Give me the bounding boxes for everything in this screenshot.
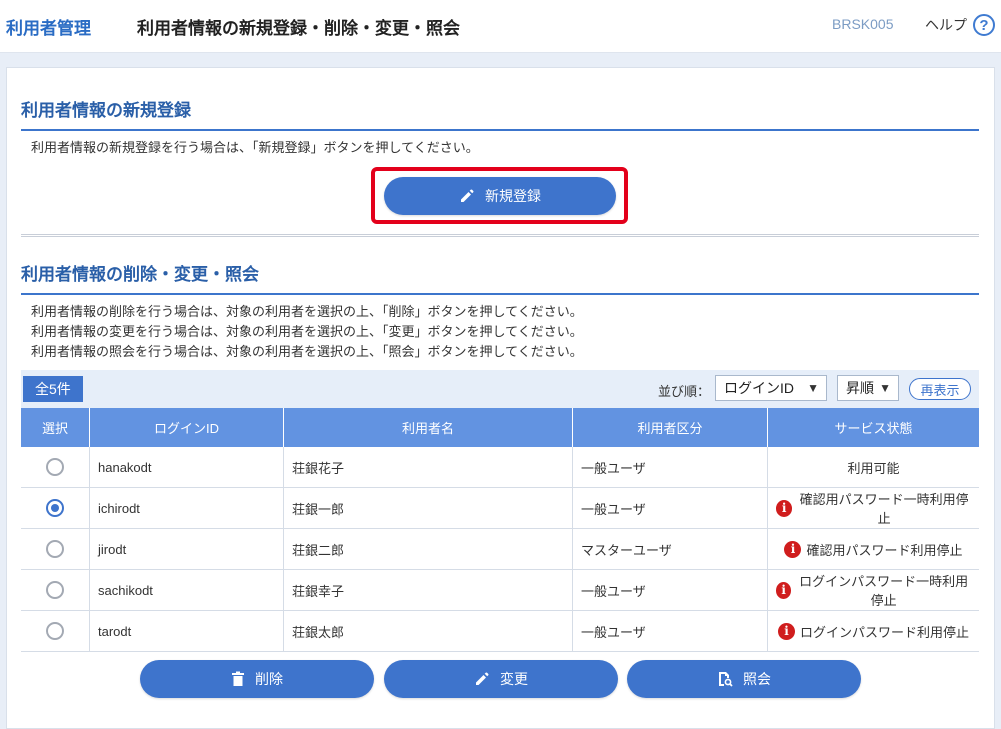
edit-button-label: 変更 [500,671,528,687]
service-status: i ログインパスワード利用停止 [777,622,969,641]
table-row[interactable]: ichirodt 荘銀一郎 一般ユーザ i 確認用パスワード一時利用停止 [21,487,979,529]
manage-description-delete: 利用者情報の削除を行う場合は、対象の利用者を選択の上、「削除」ボタンを押してくだ… [31,304,583,319]
help-label: ヘルプ [925,17,967,33]
row-select-radio[interactable] [46,581,64,599]
help-link[interactable]: ヘルプ ? [925,12,995,38]
select-cell [21,528,90,570]
service-status-text: 確認用パスワード利用停止 [806,542,963,558]
chevron-down-icon: ▼ [879,381,891,395]
document-search-icon [719,672,733,687]
service-status-text: 利用可能 [847,460,900,476]
select-cell [21,610,90,652]
user-name-cell: 荘銀幸子 [283,569,573,611]
register-section-heading: 利用者情報の新規登録 [21,96,979,131]
sort-field-value: ログインID [724,380,794,396]
row-select-radio[interactable] [46,622,64,640]
user-type-cell: 一般ユーザ [572,610,768,652]
manage-description-inquiry: 利用者情報の照会を行う場合は、対象の利用者を選択の上、「照会」ボタンを押してくだ… [31,344,583,359]
service-status-cell: i 確認用パスワード利用停止 [767,528,979,570]
alert-info-icon: i [776,499,793,517]
app-title: 利用者管理 [6,19,91,38]
service-status-cell: i ログインパスワード利用停止 [767,610,979,652]
column-header-service-status: サービス状態 [767,408,979,447]
sort-label: 並び順： [658,384,711,399]
user-name-cell: 荘銀一郎 [283,487,573,529]
alert-info-icon: i [784,540,802,558]
trash-icon [232,671,244,686]
service-status: i 確認用パスワード一時利用停止 [776,489,971,527]
select-cell [21,447,90,488]
user-type-cell: マスターユーザ [572,528,768,570]
user-type-cell: 一般ユーザ [572,487,768,529]
manage-section-heading: 利用者情報の削除・変更・照会 [21,260,979,295]
login-id-cell: sachikodt [89,569,284,611]
inquiry-button[interactable]: 照会 [627,660,861,698]
table-row[interactable]: tarodt 荘銀太郎 一般ユーザ i ログインパスワード利用停止 [21,610,979,652]
alert-info-icon: i [777,622,795,640]
main-panel: 利用者情報の新規登録 利用者情報の新規登録を行う場合は、「新規登録」ボタンを押し… [6,67,995,729]
service-status: 利用可能 [847,458,899,477]
table-body: hanakodt 荘銀花子 一般ユーザ 利用可能 ichirodt 荘銀一郎 一般ユーザ i 確… [21,447,979,652]
login-id-cell: ichirodt [89,487,284,529]
column-header-user-name: 利用者名 [283,408,573,447]
edit-button[interactable]: 変更 [384,660,618,698]
table-row[interactable]: jirodt 荘銀二郎 マスターユーザ i 確認用パスワード利用停止 [21,528,979,570]
user-type-cell: 一般ユーザ [572,569,768,611]
column-header-select: 選択 [21,408,90,447]
delete-button[interactable]: 削除 [140,660,374,698]
table-row[interactable]: sachikodt 荘銀幸子 一般ユーザ i ログインパスワード一時利用停止 [21,569,979,611]
register-button-label: 新規登録 [485,188,541,204]
register-description: 利用者情報の新規登録を行う場合は、「新規登録」ボタンを押してください。 [31,140,479,155]
total-count-badge: 全5件 [23,376,83,402]
user-name-cell: 荘銀花子 [283,447,573,488]
select-cell [21,487,90,529]
screen-id: BRSK005 [832,16,894,32]
service-status-text: ログインパスワード利用停止 [799,624,969,640]
table-header-row: 選択 ログインID 利用者名 利用者区分 サービス状態 [21,408,979,447]
manage-description-edit: 利用者情報の変更を行う場合は、対象の利用者を選択の上、「変更」ボタンを押してくだ… [31,324,583,339]
section-divider [21,234,979,237]
login-id-cell: tarodt [89,610,284,652]
delete-button-label: 削除 [255,671,283,687]
top-bar: 利用者管理 利用者情報の新規登録・削除・変更・照会 BRSK005 ヘルプ ? [0,0,1001,53]
page-title: 利用者情報の新規登録・削除・変更・照会 [137,19,460,38]
sort-order-value: 昇順 [846,380,874,396]
service-status-text: 確認用パスワード一時利用停止 [799,492,969,526]
list-toolbar: 全5件 並び順： ログインID ▼ 昇順 ▼ 再表示 [21,370,979,408]
row-select-radio[interactable] [46,540,64,558]
column-header-user-type: 利用者区分 [572,408,768,447]
service-status-cell: 利用可能 [767,447,979,488]
register-button[interactable]: 新規登録 [384,177,616,215]
redisplay-button[interactable]: 再表示 [909,378,971,400]
login-id-cell: hanakodt [89,447,284,488]
help-icon[interactable]: ? [973,14,995,36]
service-status-text: ログインパスワード一時利用停止 [799,574,969,608]
table-row[interactable]: hanakodt 荘銀花子 一般ユーザ 利用可能 [21,447,979,488]
chevron-down-icon: ▼ [807,381,819,395]
row-select-radio[interactable] [46,458,64,476]
inquiry-button-label: 照会 [743,671,771,687]
service-status-cell: i 確認用パスワード一時利用停止 [767,487,979,529]
column-header-login-id: ログインID [89,408,284,447]
user-name-cell: 荘銀二郎 [283,528,573,570]
row-select-radio[interactable] [46,499,64,517]
pencil-icon [461,189,474,202]
login-id-cell: jirodt [89,528,284,570]
select-cell [21,569,90,611]
sort-order-select[interactable]: 昇順 ▼ [837,375,899,401]
users-table: 選択 ログインID 利用者名 利用者区分 サービス状態 hanakodt 荘銀花子… [21,408,979,652]
service-status: i ログインパスワード一時利用停止 [776,571,971,609]
user-type-cell: 一般ユーザ [572,447,768,488]
service-status-cell: i ログインパスワード一時利用停止 [767,569,979,611]
pencil-icon [476,672,489,685]
service-status: i 確認用パスワード利用停止 [784,540,963,559]
sort-field-select[interactable]: ログインID ▼ [715,375,827,401]
user-name-cell: 荘銀太郎 [283,610,573,652]
alert-info-icon: i [776,581,792,599]
